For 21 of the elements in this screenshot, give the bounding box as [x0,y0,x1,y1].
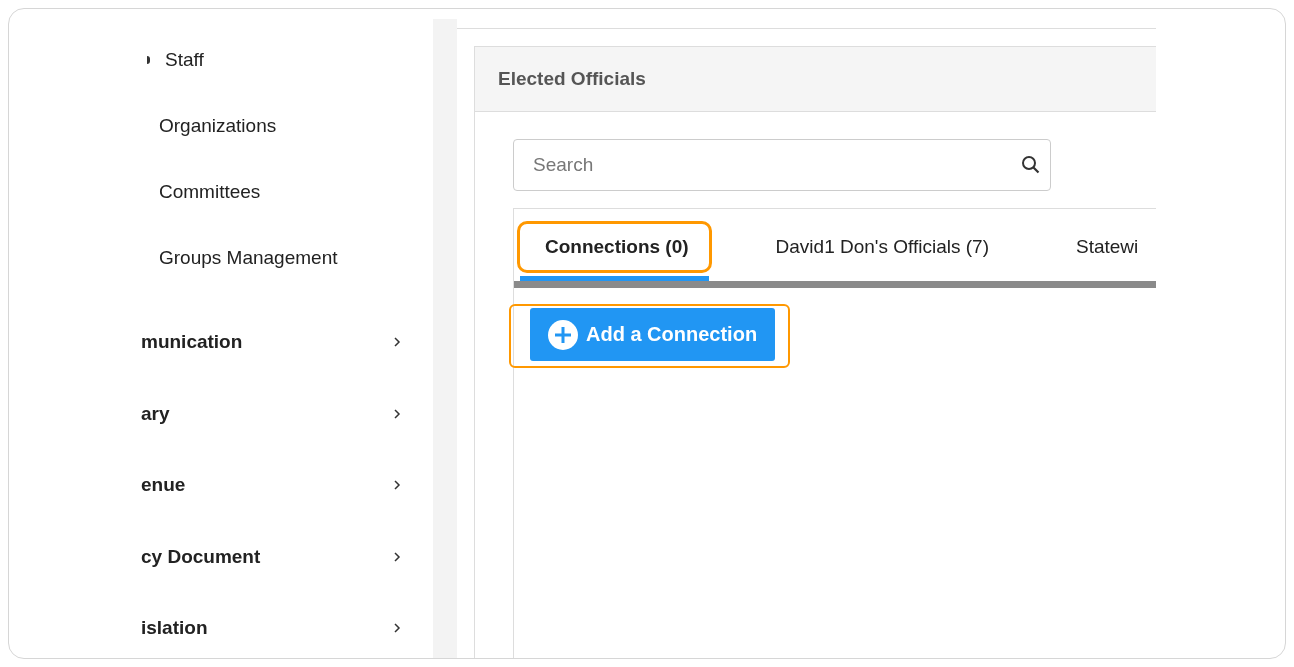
sidebar-item[interactable]: cy Document [141,545,261,568]
search-field[interactable]: Search [513,139,1051,191]
plus-circle-icon [548,319,578,350]
chevron-right-icon [393,336,401,348]
chevron-right-icon [393,550,401,563]
sidebar-item[interactable]: Committees [159,181,261,203]
panel-title: Elected Officials [498,68,646,90]
chevron-right-icon [393,479,401,491]
sidebar-item[interactable]: Organizations [159,115,277,137]
sidebar-item[interactable]: enue [141,474,186,496]
chevron-right-icon [393,407,401,420]
sidebar-item[interactable]: munication [141,331,243,353]
sidebar-item[interactable]: Groups Management [159,247,338,269]
sidebar-item[interactable]: islation [141,617,208,639]
tab[interactable]: David1 Don's Officials (7) [775,224,989,270]
search-icon [1021,155,1041,175]
chevron-right-icon [393,622,401,634]
tab[interactable]: Statewi [1076,224,1139,270]
bullet-icon [147,56,150,64]
sidebar-item[interactable]: ary [141,402,170,425]
sidebar-item[interactable]: Staff [165,49,204,71]
